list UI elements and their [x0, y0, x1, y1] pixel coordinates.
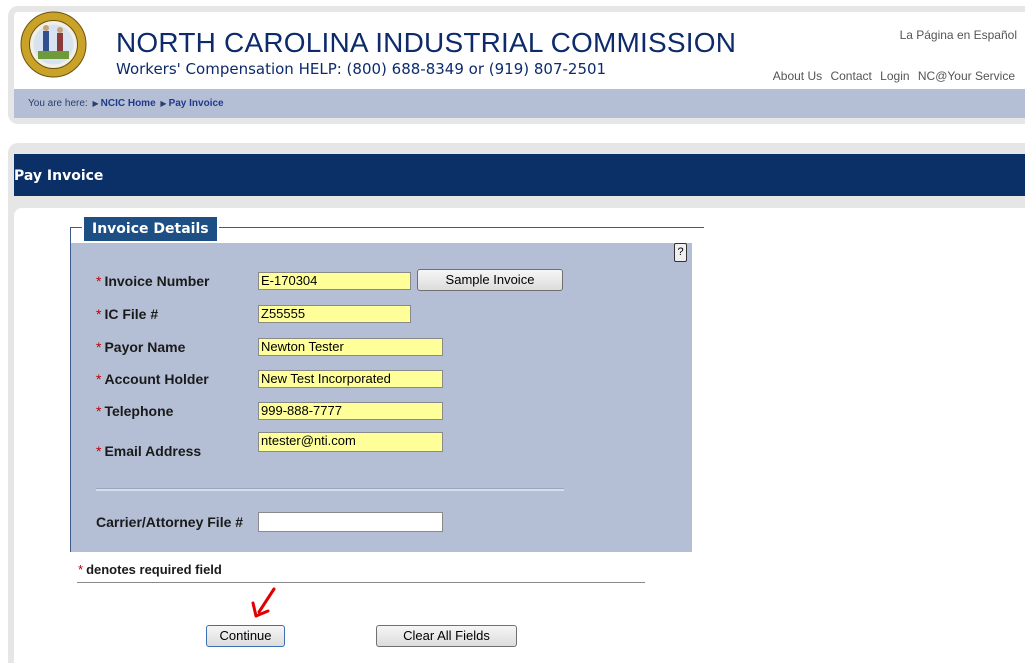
- ic-file-label: * IC File #: [96, 306, 159, 322]
- site-subtitle: Workers' Compensation HELP: (800) 688-83…: [116, 60, 607, 78]
- email-address-input[interactable]: ntester@nti.com: [258, 432, 443, 452]
- telephone-label: * Telephone: [96, 403, 174, 419]
- ic-file-input[interactable]: Z55555: [258, 305, 411, 323]
- account-holder-input[interactable]: New Test Incorporated: [258, 370, 443, 388]
- telephone-input[interactable]: 999-888-7777: [258, 402, 443, 420]
- spanish-page-link[interactable]: La Página en Español: [900, 28, 1017, 42]
- required-note-rule: [77, 582, 645, 583]
- fieldset-legend: Invoice Details: [82, 215, 219, 241]
- required-asterisk: *: [96, 306, 102, 322]
- required-asterisk: *: [96, 371, 102, 387]
- continue-button[interactable]: Continue: [206, 625, 285, 647]
- required-field-note: * denotes required field: [78, 562, 222, 577]
- breadcrumb-prefix: You are here:: [28, 98, 88, 109]
- required-asterisk: *: [78, 562, 84, 577]
- account-holder-label: * Account Holder: [96, 371, 209, 387]
- page-header-bar: Pay Invoice: [14, 154, 1025, 196]
- breadcrumb: You are here: ▶ NCIC Home ▶ Pay Invoice: [28, 98, 224, 109]
- section-divider: [96, 488, 564, 491]
- nav-nc-your-service[interactable]: NC@Your Service: [918, 69, 1015, 83]
- breadcrumb-arrow-icon: ▶: [160, 99, 167, 108]
- email-address-label: * Email Address: [96, 443, 202, 459]
- state-seal-logo: [20, 11, 87, 78]
- nav-about-us[interactable]: About Us: [773, 69, 822, 83]
- payor-name-label: * Payor Name: [96, 339, 186, 355]
- page-title: Pay Invoice: [14, 168, 104, 184]
- top-nav: About Us Contact Login NC@Your Service: [768, 69, 1015, 83]
- carrier-attorney-file-label: Carrier/Attorney File #: [96, 514, 244, 530]
- clear-all-fields-button[interactable]: Clear All Fields: [376, 625, 517, 647]
- breadcrumb-bar: You are here: ▶ NCIC Home ▶ Pay Invoice: [14, 89, 1025, 118]
- site-title: NORTH CAROLINA INDUSTRIAL COMMISSION: [116, 27, 737, 58]
- required-asterisk: *: [96, 339, 102, 355]
- red-arrow-annotation-icon: [251, 587, 276, 618]
- required-asterisk: *: [96, 403, 102, 419]
- carrier-attorney-file-input[interactable]: [258, 512, 443, 532]
- nav-contact[interactable]: Contact: [830, 69, 871, 83]
- help-button[interactable]: ?: [674, 243, 687, 262]
- breadcrumb-link-current[interactable]: Pay Invoice: [169, 98, 224, 109]
- invoice-number-label: * Invoice Number: [96, 273, 210, 289]
- breadcrumb-link-home[interactable]: NCIC Home: [101, 98, 156, 109]
- payor-name-input[interactable]: Newton Tester: [258, 338, 443, 356]
- required-asterisk: *: [96, 273, 102, 289]
- required-asterisk: *: [96, 443, 102, 459]
- sample-invoice-button[interactable]: Sample Invoice: [417, 269, 563, 291]
- invoice-number-input[interactable]: E-170304: [258, 272, 411, 290]
- breadcrumb-arrow-icon: ▶: [92, 99, 99, 108]
- nav-login[interactable]: Login: [880, 69, 909, 83]
